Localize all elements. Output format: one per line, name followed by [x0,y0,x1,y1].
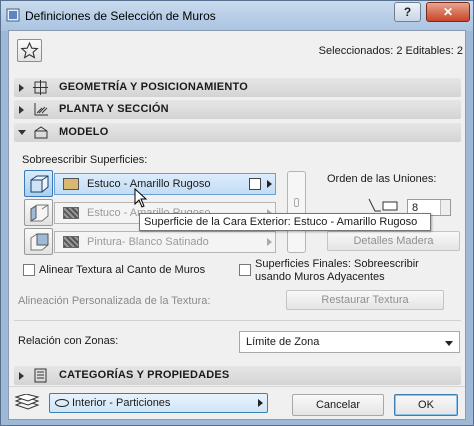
eye-icon [55,399,69,407]
model-icon [34,126,48,139]
section-categories-label: CATEGORÍAS Y PROPIEDADES [59,369,230,381]
final-surfaces-label-line1: Superficies Finales: Sobreescribir [255,258,419,270]
cube-exterior-icon [30,175,49,193]
material-settings-icon[interactable] [249,178,261,190]
material-swatch [63,207,79,219]
final-surfaces-checkbox[interactable] [239,264,251,276]
spin-arrows-icon[interactable] [440,200,450,215]
surface-interior-button[interactable] [24,228,53,255]
align-texture-label: Alinear Textura al Canto de Muros [39,264,206,276]
material-interior-name: Pintura- Blanco Satinado [87,236,209,248]
cube-interior-icon [30,233,49,251]
expand-arrow-icon [19,106,24,114]
collapse-arrow-icon [18,130,26,135]
geometry-icon [33,80,48,95]
submenu-arrow-icon [267,180,272,188]
dialog-window: Definiciones de Selección de Muros ? ✕ S… [0,0,474,426]
chain-link-icon [294,198,299,207]
layers-icon [14,394,40,410]
zone-relation-label: Relación con Zonas: [18,335,119,347]
section-plan-label: PLANTA Y SECCIÓN [59,103,169,115]
surface-edge-button[interactable] [24,199,53,226]
ok-button[interactable]: OK [394,394,458,416]
layer-picker[interactable]: Interior - Particiones [49,393,268,413]
material-swatch [63,178,79,190]
cube-edge-icon [30,204,49,222]
star-icon [20,41,39,59]
override-surfaces-label: Sobreescribir Superficies: [22,154,148,166]
app-icon [6,8,20,22]
section-geometry[interactable]: GEOMETRÍA Y POSICIONAMIENTO [14,78,461,97]
window-title: Definiciones de Selección de Muros [25,9,216,23]
chevron-down-icon [445,341,453,346]
cancel-button[interactable]: Cancelar [292,394,384,416]
expand-arrow-icon [19,372,24,380]
section-categories[interactable]: CATEGORÍAS Y PROPIEDADES [14,366,461,385]
restore-texture-button[interactable]: Restaurar Textura [286,290,444,310]
material-tooltip: Superficie de la Cara Exterior: Estuco -… [139,213,431,231]
material-exterior-picker[interactable]: Estuco - Amarillo Rugoso [54,173,276,195]
selection-count: Seleccionados: 2 Editables: 2 [318,45,463,57]
divider [14,320,461,321]
favorites-button[interactable] [17,39,42,62]
material-interior-picker[interactable]: Pintura- Blanco Satinado [54,231,276,253]
section-geometry-label: GEOMETRÍA Y POSICIONAMIENTO [59,81,248,93]
plan-section-icon [34,103,48,116]
custom-alignment-label: Alineación Personalizada de la Textura: [18,295,211,307]
zone-relation-select[interactable]: Límite de Zona [239,331,460,353]
submenu-arrow-icon [267,238,272,246]
wood-details-button[interactable]: Detalles Madera [327,231,460,251]
section-model-label: MODELO [59,126,109,138]
layer-value: Interior - Particiones [72,397,171,409]
zone-relation-value: Límite de Zona [246,336,320,348]
expand-arrow-icon [19,84,24,92]
section-plan[interactable]: PLANTA Y SECCIÓN [14,100,461,119]
mouse-cursor-icon [134,188,148,208]
link-surfaces-toggle[interactable] [287,171,306,253]
material-swatch [63,236,79,248]
submenu-arrow-icon [258,399,263,407]
section-model[interactable]: MODELO [14,123,461,142]
help-button[interactable]: ? [394,2,421,22]
title-bar[interactable]: Definiciones de Selección de Muros ? ✕ [1,1,473,31]
surface-exterior-button[interactable] [24,170,53,197]
join-order-label: Orden de las Uniones: [327,173,437,185]
final-surfaces-label-line2: usando Muros Adyacentes [255,271,385,283]
close-button[interactable]: ✕ [426,2,470,22]
material-exterior-name: Estuco - Amarillo Rugoso [87,178,211,190]
categories-icon [34,368,47,383]
align-texture-checkbox[interactable] [23,264,35,276]
dialog-body: Seleccionados: 2 Editables: 2 GEOMETRÍA … [8,30,466,420]
